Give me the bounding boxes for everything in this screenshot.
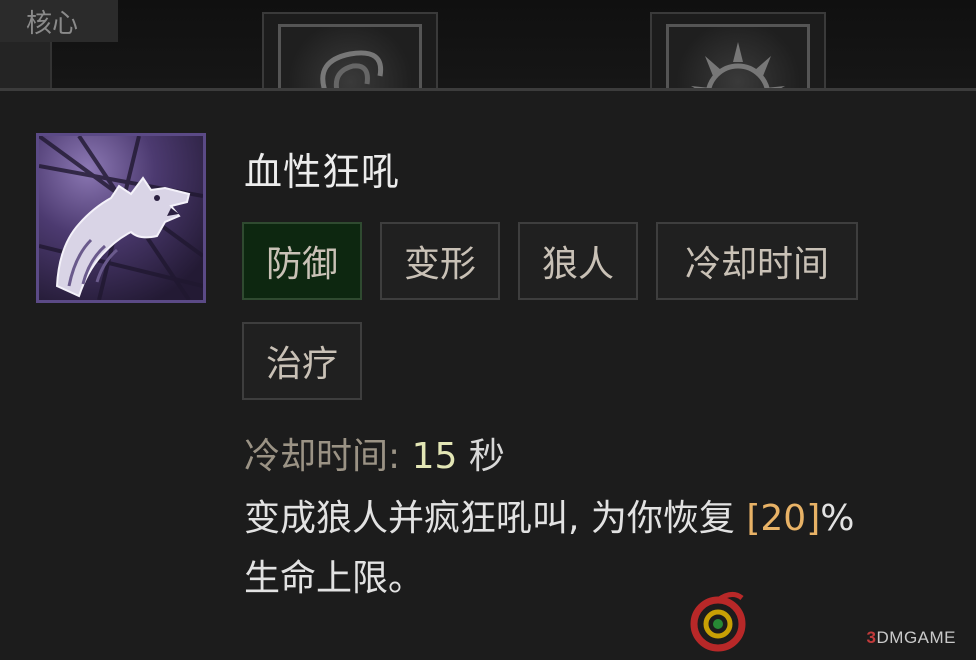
tag-cooldown: 冷却时间 (656, 222, 858, 300)
3dm-logo-icon (690, 592, 746, 652)
tag-shapeshift: 变形 (380, 222, 500, 300)
tag-healing: 治疗 (242, 322, 362, 400)
skill-tooltip: 血性狂吼 防御 变形 狼人 冷却时间 治疗 冷却时间: 15 秒 变成狼人并疯狂… (0, 88, 976, 660)
tag-werewolf: 狼人 (518, 222, 638, 300)
skill-slot[interactable] (650, 12, 826, 88)
section-label: 核心 (0, 0, 118, 42)
percent-sign: % (820, 498, 855, 539)
skill-slot[interactable] (262, 12, 438, 88)
cooldown-line: 冷却时间: 15 秒 (244, 427, 505, 479)
tag-defense: 防御 (242, 222, 362, 300)
description-text: 变成狼人并疯狂吼叫, 为你恢复 (244, 498, 735, 539)
description-line-1: 变成狼人并疯狂吼叫, 为你恢复 [20]% (244, 489, 924, 549)
cooldown-label: 冷却时间: (244, 436, 401, 477)
watermark-brand: 3DMGAME (866, 628, 956, 647)
cooldown-value: 15 (411, 436, 458, 477)
watermark: 3DMGAME (682, 582, 962, 654)
heal-percent-value: [20] (746, 498, 821, 539)
top-skill-strip: 核心 (0, 0, 976, 88)
spiked-sun-icon (691, 42, 785, 88)
werewolf-howl-icon (36, 133, 206, 303)
swirl-skill-icon (320, 50, 384, 88)
skill-slot-partial[interactable] (0, 42, 52, 88)
skill-title: 血性狂吼 (244, 150, 401, 194)
cooldown-unit: 秒 (468, 436, 505, 477)
